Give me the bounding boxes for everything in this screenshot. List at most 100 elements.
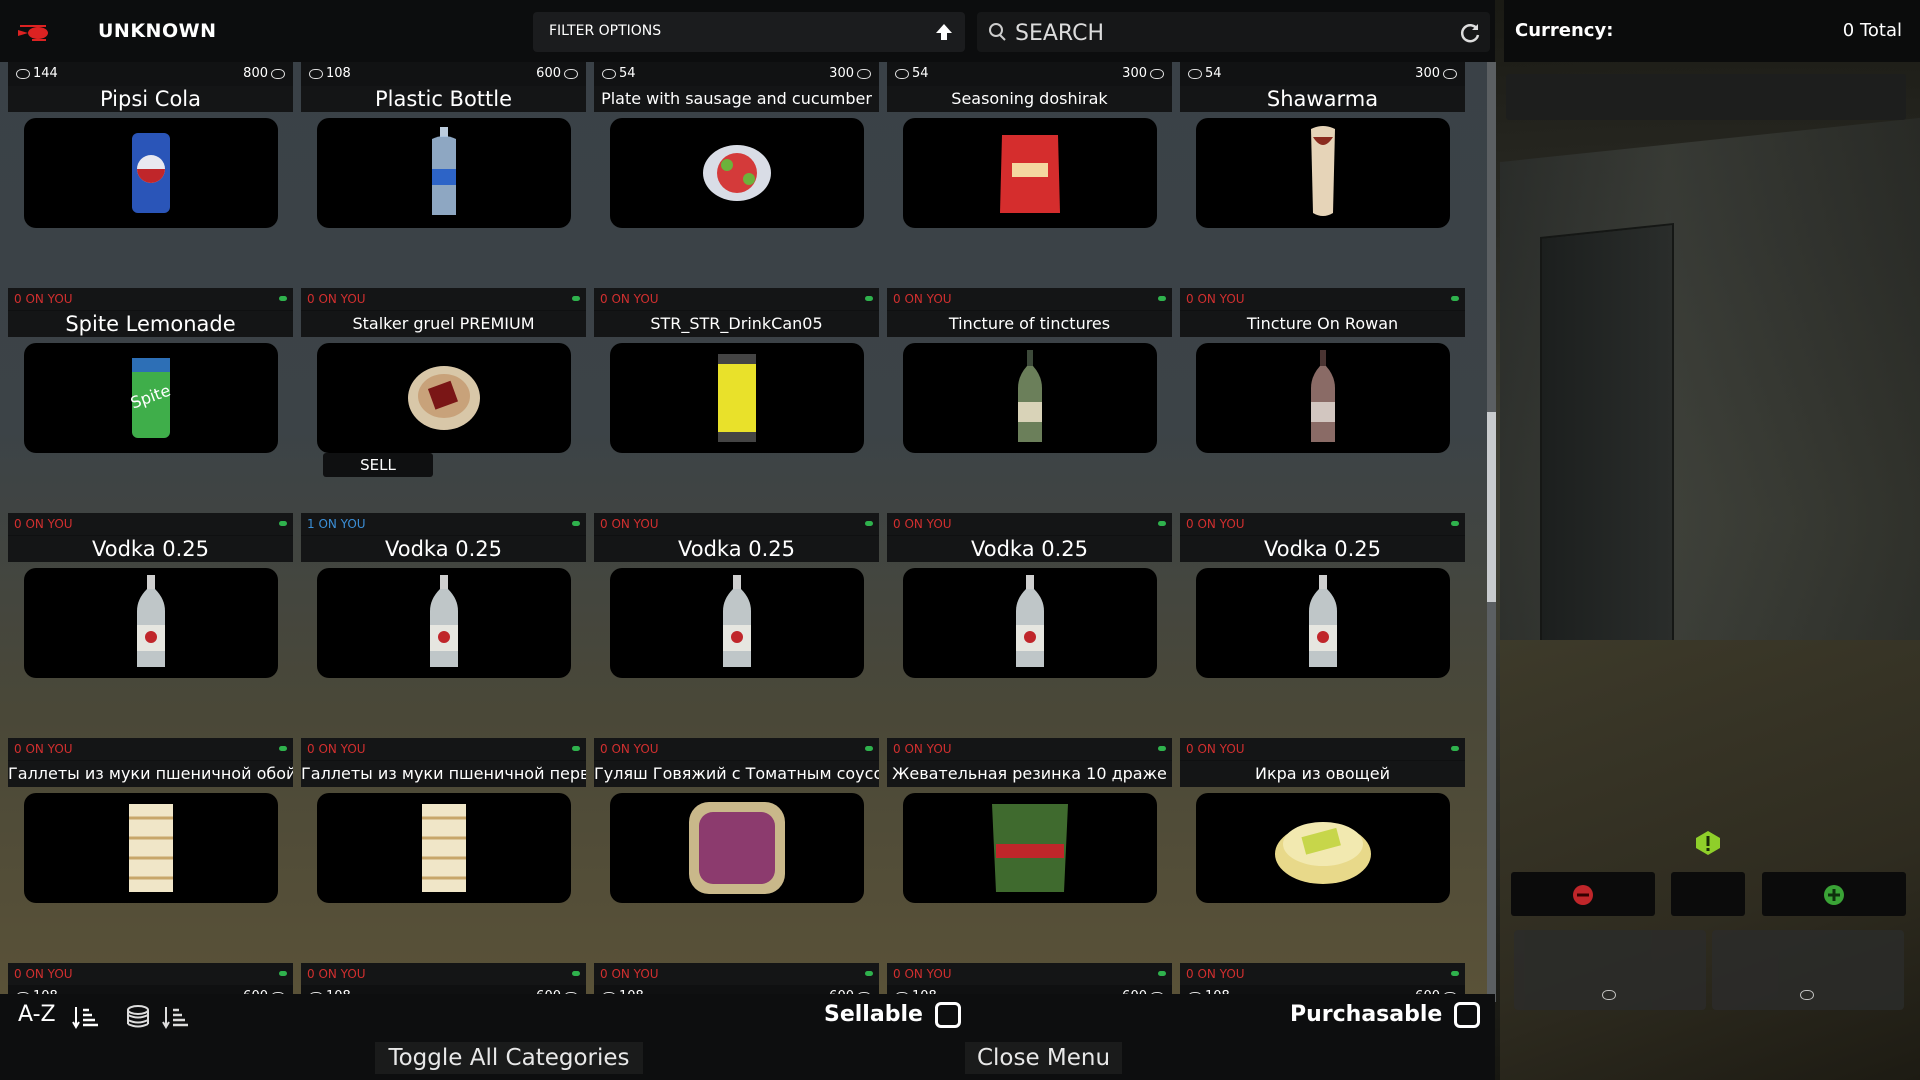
item-image[interactable] — [24, 118, 278, 228]
search-input[interactable] — [1013, 16, 1437, 50]
item-image[interactable] — [903, 568, 1157, 678]
item-card[interactable]: Spite LemonadeSpite0 ON YOU54300 — [8, 311, 293, 559]
scrollbar[interactable] — [1487, 62, 1496, 1002]
item-card[interactable]: Seasoning doshirak0 ON YOU108600 — [887, 86, 1172, 334]
item-image[interactable] — [610, 793, 864, 903]
sort-list-icon[interactable] — [72, 1004, 100, 1030]
item-name: Икра из овощей — [1180, 761, 1465, 787]
item-image[interactable] — [24, 568, 278, 678]
sort-az-label[interactable]: A-Z — [18, 1002, 56, 1027]
purchasable-checkbox[interactable] — [1454, 1002, 1481, 1028]
item-image[interactable] — [317, 343, 571, 453]
item-card[interactable]: Pipsi Cola0 ON YOU54300 — [8, 86, 293, 334]
item-image[interactable] — [24, 793, 278, 903]
status-dot-icon — [572, 521, 580, 526]
toggle-all-categories-button[interactable]: Toggle All Categories — [375, 1042, 643, 1074]
close-menu-button[interactable]: Close Menu — [965, 1042, 1122, 1074]
item-card[interactable]: Stalker gruel PREMIUMSELL1 ON YOU108600 — [301, 311, 586, 559]
sell-button[interactable]: SELL — [323, 453, 433, 477]
minus-icon — [1573, 885, 1593, 905]
background-table — [1500, 640, 1920, 1080]
item-card[interactable]: Tincture of tinctures0 ON YOU54300 — [887, 311, 1172, 559]
purchasable-toggle[interactable]: Purchasable — [1290, 1002, 1481, 1028]
item-card[interactable]: Галлеты из муки пшеничной первого сорта 0… — [301, 761, 586, 1009]
status-dot-icon — [279, 296, 287, 301]
item-card[interactable]: Shawarma0 ON YOU108600 — [1180, 86, 1465, 334]
buy-price: 300 — [1415, 66, 1457, 81]
sellable-checkbox[interactable] — [934, 1002, 961, 1028]
increase-quantity-button[interactable] — [1762, 872, 1906, 916]
on-you-count: 0 ON YOU — [887, 963, 1172, 985]
item-name: Plastic Bottle — [301, 86, 586, 112]
status-dot-icon — [1451, 746, 1459, 751]
refresh-icon[interactable] — [1458, 21, 1482, 45]
filter-options-dropdown[interactable]: FILTER OPTIONS — [533, 12, 965, 52]
on-you-count: 0 ON YOU — [8, 738, 293, 760]
arrow-up-icon[interactable] — [933, 21, 955, 43]
item-name: Seasoning doshirak — [887, 86, 1172, 112]
item-name: Tincture On Rowan — [1180, 311, 1465, 337]
coin-stack-icon[interactable] — [124, 1004, 152, 1030]
sellable-toggle[interactable]: Sellable — [824, 1002, 961, 1028]
item-image[interactable] — [903, 118, 1157, 228]
item-image[interactable] — [317, 118, 571, 228]
status-dot-icon — [1158, 521, 1166, 526]
item-image[interactable] — [903, 343, 1157, 453]
on-you-count: 0 ON YOU — [1180, 288, 1465, 310]
item-card[interactable]: Plate with sausage and cucumber0 ON YOU1… — [594, 86, 879, 334]
item-card[interactable]: Tincture On Rowan0 ON YOU54300 — [1180, 311, 1465, 559]
item-image[interactable] — [1196, 568, 1450, 678]
sort-price-icon[interactable] — [162, 1004, 190, 1030]
item-image[interactable] — [610, 118, 864, 228]
search-bar[interactable] — [977, 12, 1490, 52]
item-card[interactable]: Vodka 0.250 ON YOU108600 — [301, 536, 586, 784]
item-plate-icon — [703, 145, 771, 201]
item-card[interactable]: Жевательная резинка 10 драже0 ON YOU1086… — [887, 761, 1172, 1009]
scrollbar-thumb[interactable] — [1487, 412, 1496, 602]
status-dot-icon — [1451, 971, 1459, 976]
status-dot-icon — [1158, 746, 1166, 751]
item-name: Tincture of tinctures — [887, 311, 1172, 337]
item-vodka-icon — [137, 575, 165, 667]
status-dot-icon — [1158, 296, 1166, 301]
item-image[interactable] — [1196, 793, 1450, 903]
item-crackers-icon — [422, 804, 466, 892]
on-you-count: 0 ON YOU — [8, 288, 293, 310]
item-card[interactable]: Vodka 0.250 ON YOU108600 — [8, 536, 293, 784]
item-card[interactable]: Галлеты из муки пшеничной обойной 0 ON YO… — [8, 761, 293, 1009]
status-dot-icon — [279, 521, 287, 526]
on-you-count: 0 ON YOU — [594, 963, 879, 985]
sell-price: 54 — [895, 66, 929, 81]
item-image[interactable]: Spite — [24, 343, 278, 453]
sell-price: 54 — [1188, 66, 1222, 81]
item-tin-icon — [689, 802, 785, 894]
coin-icon — [1800, 990, 1814, 1000]
item-image[interactable] — [610, 568, 864, 678]
item-card[interactable]: Plastic Bottle0 ON YOU36200 — [301, 86, 586, 334]
on-you-count: 0 ON YOU — [594, 738, 879, 760]
sellable-label: Sellable — [824, 1002, 923, 1027]
coin-icon — [564, 68, 578, 79]
item-gum-icon — [992, 804, 1068, 892]
item-card[interactable]: Икра из овощей0 ON YOU108600 — [1180, 761, 1465, 1009]
on-you-count: 0 ON YOU — [887, 288, 1172, 310]
decrease-quantity-button[interactable] — [1511, 872, 1655, 916]
buy-price-box[interactable] — [1712, 930, 1904, 1010]
item-vodka-icon — [723, 575, 751, 667]
quantity-field[interactable] — [1671, 872, 1745, 916]
filter-options-label: FILTER OPTIONS — [549, 23, 662, 39]
item-image[interactable] — [1196, 343, 1450, 453]
item-card[interactable]: STR_STR_DrinkCan050 ON YOU54300 — [594, 311, 879, 559]
item-card[interactable]: Vodka 0.250 ON YOU108600 — [887, 536, 1172, 784]
item-image[interactable] — [610, 343, 864, 453]
helicopter-icon — [18, 25, 48, 41]
item-image[interactable] — [903, 793, 1157, 903]
item-card[interactable]: Vodka 0.250 ON YOU108600 — [594, 536, 879, 784]
item-image[interactable] — [1196, 118, 1450, 228]
item-image[interactable] — [317, 793, 571, 903]
on-you-count: 0 ON YOU — [1180, 513, 1465, 535]
item-image[interactable] — [317, 568, 571, 678]
sell-price-box[interactable] — [1514, 930, 1706, 1010]
item-card[interactable]: Гуляш Говяжий с Томатным соусом0 ON YOU1… — [594, 761, 879, 1009]
item-card[interactable]: Vodka 0.250 ON YOU108600 — [1180, 536, 1465, 784]
